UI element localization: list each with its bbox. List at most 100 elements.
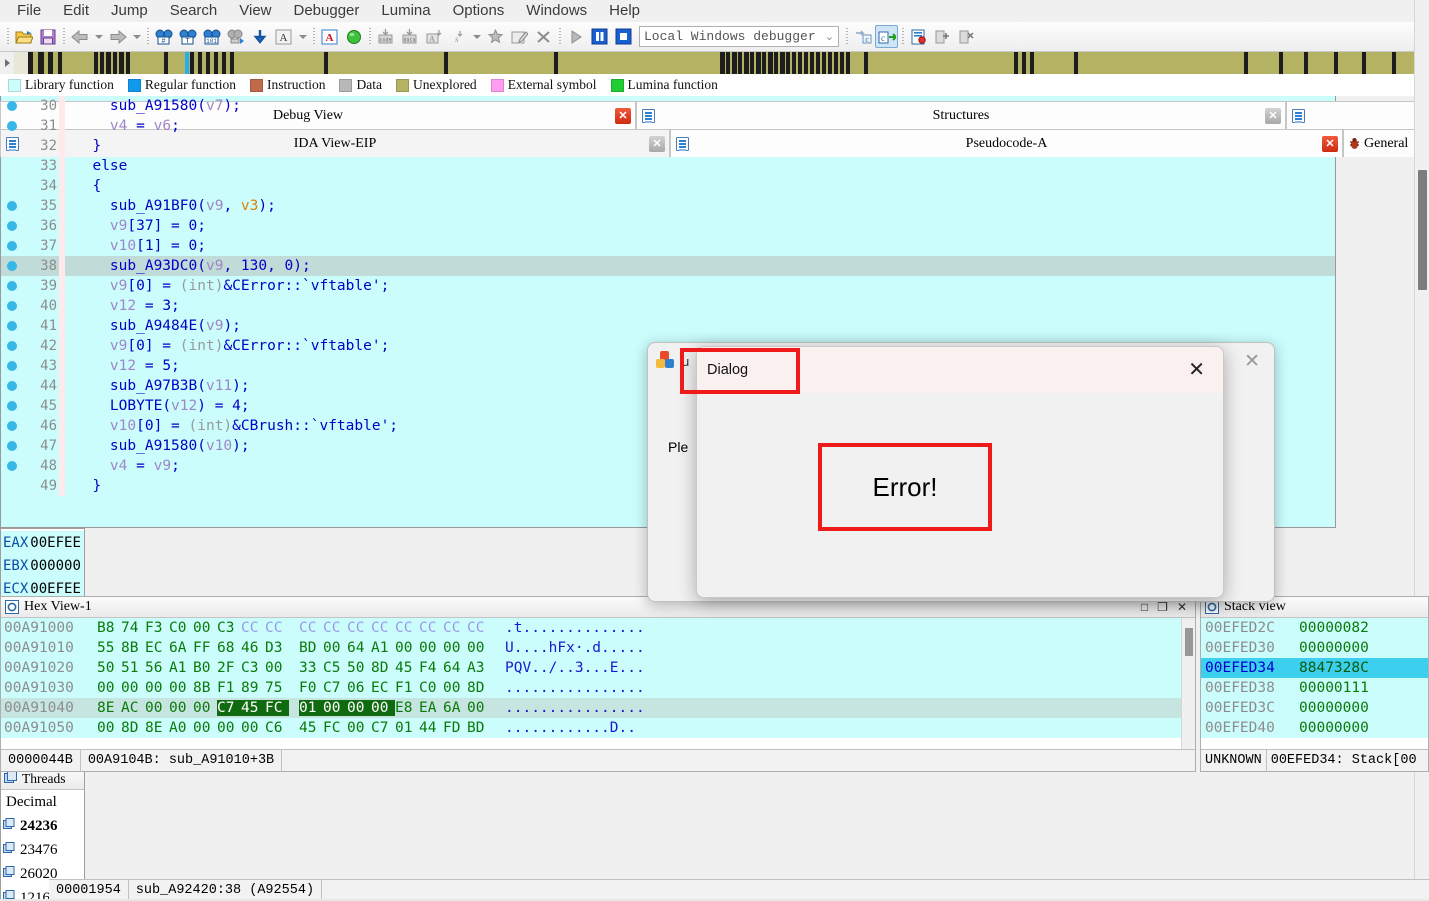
code-line[interactable]: 31 v4 = v6; <box>1 116 1335 136</box>
stack-row[interactable]: 00EFED34 8847328C <box>1201 658 1428 678</box>
code-line[interactable]: 41 sub_A9484E(v9); <box>1 316 1335 336</box>
navigate-back-dropdown[interactable] <box>92 25 105 48</box>
green-run-button[interactable] <box>342 25 365 48</box>
edit-function-button[interactable] <box>508 25 531 48</box>
hex-byte[interactable]: EC <box>371 680 395 696</box>
menu-item-view[interactable]: View <box>228 0 282 22</box>
hex-byte[interactable]: 64 <box>347 640 371 656</box>
hex-byte[interactable]: 74 <box>121 620 145 636</box>
hex-byte[interactable]: 06 <box>347 680 371 696</box>
hex-byte[interactable]: CC <box>241 620 265 636</box>
hex-byte[interactable]: 45 <box>395 660 419 676</box>
hex-view-scrollbar-thumb[interactable] <box>1185 628 1193 656</box>
hex-byte[interactable]: EC <box>145 640 169 656</box>
make-ascii-button[interactable]: A <box>422 25 445 48</box>
hex-byte[interactable]: AC <box>121 700 145 716</box>
hex-byte[interactable]: 00 <box>145 680 169 696</box>
hex-byte[interactable]: BD <box>467 720 491 736</box>
hex-byte[interactable]: 6A <box>443 700 467 716</box>
delete-function-button[interactable] <box>532 25 555 48</box>
stack-row[interactable]: 00EFED40 00000000 <box>1201 718 1428 738</box>
hex-byte[interactable]: C6 <box>265 720 289 736</box>
hex-byte[interactable]: C7 <box>217 700 241 716</box>
thread-row[interactable]: 23476 <box>1 838 84 862</box>
hex-row[interactable]: 00A91040 8E AC 00 00 00 C7 45 FC 01 00 00 00 E8 EA 6A 00… <box>1 698 1195 718</box>
step-into-source-button[interactable]: c <box>875 25 898 48</box>
hex-byte[interactable]: 00 <box>97 680 121 696</box>
code-line[interactable]: 36 v9[37] = 0; <box>1 216 1335 236</box>
hex-byte[interactable]: C7 <box>323 680 347 696</box>
hex-byte[interactable]: BD <box>299 640 323 656</box>
code-line[interactable]: 30 sub_A91580(v7); <box>1 96 1335 116</box>
search-sequence-button[interactable]: 101 <box>200 25 223 48</box>
breakpoint-marker[interactable] <box>1 101 23 111</box>
hex-byte[interactable]: C0 <box>419 680 443 696</box>
jump-down-button[interactable] <box>248 25 271 48</box>
hex-byte[interactable]: 00 <box>169 680 193 696</box>
navigate-forward-button[interactable] <box>106 25 129 48</box>
menu-item-edit[interactable]: Edit <box>52 0 100 22</box>
hex-byte[interactable]: FC <box>323 720 347 736</box>
menu-item-jump[interactable]: Jump <box>100 0 159 22</box>
hex-byte[interactable]: CC <box>299 620 323 636</box>
hex-byte[interactable]: 2F <box>217 660 241 676</box>
hex-byte[interactable]: C3 <box>217 620 241 636</box>
hex-byte[interactable]: 00 <box>169 700 193 716</box>
font-dropdown[interactable] <box>296 25 309 48</box>
menu-item-search[interactable]: Search <box>159 0 229 22</box>
hex-byte[interactable]: CC <box>265 620 289 636</box>
hex-byte[interactable]: 00 <box>467 640 491 656</box>
save-button[interactable] <box>36 25 59 48</box>
breakpoint-marker[interactable] <box>1 121 23 131</box>
hex-view-maximize-icon[interactable]: □ <box>1141 600 1148 614</box>
hex-row[interactable]: 00A91020 50 51 56 A1 B0 2F C3 00 33 C5 50 8D 45 F4 64 A3… <box>1 658 1195 678</box>
hex-byte[interactable]: 00 <box>241 720 265 736</box>
hex-byte[interactable]: 45 <box>299 720 323 736</box>
hex-byte[interactable]: 00 <box>323 700 347 716</box>
hex-byte[interactable]: 00 <box>193 700 217 716</box>
hex-byte[interactable]: F0 <box>299 680 323 696</box>
stack-row[interactable]: 00EFED2C 00000082 <box>1201 618 1428 638</box>
hex-byte[interactable]: CC <box>467 620 491 636</box>
navigator-strip[interactable] <box>14 52 1429 74</box>
hex-byte[interactable]: 44 <box>419 720 443 736</box>
menu-item-lumina[interactable]: Lumina <box>370 0 441 22</box>
search-code-button[interactable]: # <box>152 25 175 48</box>
navigate-back-button[interactable] <box>68 25 91 48</box>
hex-byte[interactable]: 00 <box>265 660 289 676</box>
stack-row[interactable]: 00EFED3C 00000000 <box>1201 698 1428 718</box>
hex-row[interactable]: 00A91000 B8 74 F3 C0 00 C3 CC CC CC CC CC CC CC CC CC CC… <box>1 618 1195 638</box>
hex-byte[interactable]: 8B <box>121 640 145 656</box>
make-struct-dropdown[interactable] <box>470 25 483 48</box>
breakpoint-marker[interactable] <box>1 241 23 251</box>
hex-byte[interactable]: 50 <box>97 660 121 676</box>
hex-byte[interactable]: 00 <box>347 700 371 716</box>
make-data-button[interactable]: data <box>398 25 421 48</box>
menu-item-options[interactable]: Options <box>442 0 516 22</box>
make-struct-button[interactable]: s <box>446 25 469 48</box>
breakpoint-marker[interactable] <box>1 401 23 411</box>
dialog-close-icon[interactable]: ✕ <box>1180 358 1213 382</box>
hex-view-close-icon[interactable]: ✕ <box>1177 600 1187 614</box>
hex-byte[interactable]: 45 <box>241 700 265 716</box>
hex-byte[interactable]: 00 <box>145 700 169 716</box>
hex-byte[interactable]: 00 <box>323 640 347 656</box>
hex-byte[interactable]: CC <box>371 620 395 636</box>
hex-byte[interactable]: 50 <box>347 660 371 676</box>
hex-byte[interactable]: A1 <box>169 660 193 676</box>
hex-byte[interactable]: A3 <box>467 660 491 676</box>
breakpoint-marker[interactable] <box>1 381 23 391</box>
hex-byte[interactable]: 01 <box>395 720 419 736</box>
breakpoint-marker[interactable] <box>1 261 23 271</box>
hex-byte[interactable]: 8D <box>467 680 491 696</box>
menu-item-file[interactable]: File <box>6 0 52 22</box>
hex-byte[interactable]: CC <box>443 620 467 636</box>
hex-byte[interactable]: 89 <box>241 680 265 696</box>
open-file-button[interactable] <box>12 25 35 48</box>
hex-byte[interactable]: 00 <box>347 720 371 736</box>
hex-byte[interactable]: 56 <box>145 660 169 676</box>
hex-byte[interactable]: 00 <box>97 720 121 736</box>
step-over-source-button[interactable]: c <box>851 25 874 48</box>
background-dialog-close-icon[interactable]: ✕ <box>1238 352 1266 371</box>
breakpoint-marker[interactable] <box>1 341 23 351</box>
